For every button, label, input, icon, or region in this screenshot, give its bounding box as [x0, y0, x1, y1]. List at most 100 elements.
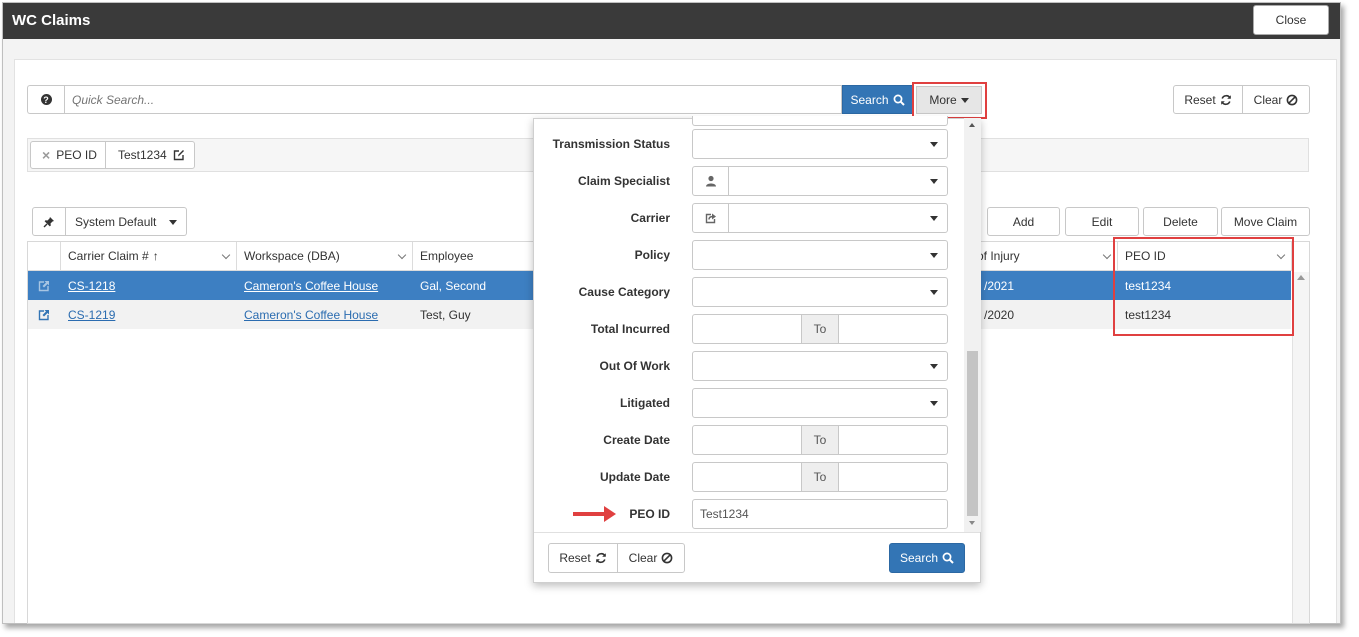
update-date-label: Update Date: [599, 470, 670, 484]
create-date-range[interactable]: To: [692, 425, 948, 455]
column-header-carrier-claim-label: Carrier Claim #: [68, 249, 149, 263]
filter-chip-label: PEO ID: [56, 148, 97, 162]
out-of-work-select[interactable]: [692, 351, 948, 381]
partial-filter-field[interactable]: [692, 116, 948, 126]
share-icon: [693, 204, 729, 232]
search-help-button[interactable]: ?: [27, 85, 64, 114]
transmission-status-select[interactable]: [692, 129, 948, 159]
claim-number-cell[interactable]: CS-1219: [61, 300, 237, 329]
chevron-down-icon: [397, 250, 407, 260]
dropdown-scroll-thumb[interactable]: [967, 351, 978, 516]
update-date-range[interactable]: To: [692, 462, 948, 492]
peo-id-filter-value: Test1234: [700, 507, 749, 521]
delete-button[interactable]: Delete: [1143, 207, 1218, 236]
range-to-label: To: [801, 463, 839, 491]
dropdown-search-label: Search: [899, 551, 939, 565]
refresh-icon: [1220, 94, 1232, 106]
view-select[interactable]: System Default: [66, 207, 187, 236]
filter-chip-remove[interactable]: × PEO ID: [30, 141, 106, 169]
pin-view-button[interactable]: [32, 207, 66, 236]
external-link-icon: [38, 280, 50, 292]
caret-down-icon: [930, 142, 938, 147]
question-icon: ?: [40, 94, 52, 105]
grid-header-icon-col: [28, 242, 61, 271]
quick-search-input[interactable]: [64, 85, 842, 114]
ban-icon: [1286, 94, 1298, 106]
dropdown-search-button[interactable]: Search: [889, 543, 965, 573]
clear-button[interactable]: Clear: [1242, 85, 1310, 114]
column-header-carrier-claim[interactable]: Carrier Claim # ↑: [61, 242, 237, 271]
peo-id-filter-input[interactable]: Test1234: [692, 499, 948, 529]
scroll-down-icon[interactable]: [969, 521, 975, 525]
filter-chip-value-text: Test1234: [118, 148, 167, 162]
move-claim-button[interactable]: Move Claim: [1221, 207, 1310, 236]
edit-icon: [173, 149, 185, 161]
open-claim-cell[interactable]: [28, 271, 61, 300]
litigated-select[interactable]: [692, 388, 948, 418]
chevron-down-icon: [221, 250, 231, 260]
annotation-arrow-head: [604, 506, 616, 522]
user-icon: [693, 167, 729, 195]
workspace-link[interactable]: Cameron's Coffee House: [244, 279, 378, 293]
caret-down-icon: [930, 364, 938, 369]
date-of-injury-cell: /2021: [984, 278, 1015, 293]
reset-button[interactable]: Reset: [1173, 85, 1243, 114]
claim-number-link[interactable]: CS-1218: [68, 279, 115, 293]
claim-number-link[interactable]: CS-1219: [68, 308, 115, 322]
employee-cell: Test, Guy: [420, 307, 471, 322]
chevron-down-icon: [1102, 250, 1112, 260]
reset-label: Reset: [1184, 92, 1216, 107]
edit-button[interactable]: Edit: [1065, 207, 1139, 236]
range-to-label: To: [801, 315, 839, 343]
date-of-injury-cell: /2020: [984, 307, 1015, 322]
scroll-up-icon[interactable]: [1297, 275, 1305, 280]
claim-number-cell[interactable]: CS-1218: [61, 271, 237, 300]
dropdown-reset-label: Reset: [559, 551, 591, 565]
caret-down-icon: [930, 290, 938, 295]
transmission-status-label: Transmission Status: [552, 137, 670, 151]
view-select-value: System Default: [75, 214, 157, 229]
out-of-work-label: Out Of Work: [599, 359, 670, 373]
open-claim-cell[interactable]: [28, 300, 61, 329]
clear-label: Clear: [1253, 92, 1283, 107]
caret-down-icon: [930, 253, 938, 258]
create-date-label: Create Date: [603, 433, 670, 447]
workspace-cell[interactable]: Cameron's Coffee House: [237, 300, 413, 329]
claim-specialist-select[interactable]: [692, 166, 948, 196]
filter-chip-value[interactable]: Test1234: [105, 141, 195, 169]
search-button-label: Search: [850, 92, 889, 107]
dropdown-clear-button[interactable]: Clear: [617, 543, 685, 573]
policy-select[interactable]: [692, 240, 948, 270]
sort-ascending-icon: ↑: [152, 249, 159, 263]
search-icon: [893, 94, 905, 106]
workspace-cell[interactable]: Cameron's Coffee House: [237, 271, 413, 300]
ban-icon: [661, 552, 673, 564]
cause-category-label: Cause Category: [578, 285, 670, 299]
grid-scrollbar[interactable]: [1292, 272, 1309, 623]
caret-down-icon: [930, 179, 938, 184]
peo-id-column-highlight: [1113, 237, 1294, 336]
title-bar: WC Claims Close: [3, 3, 1340, 39]
add-button[interactable]: Add: [987, 207, 1060, 236]
search-icon: [942, 552, 954, 564]
more-highlight: [912, 82, 987, 119]
total-incurred-range[interactable]: To: [692, 314, 948, 344]
column-header-workspace[interactable]: Workspace (DBA): [237, 242, 413, 271]
range-to-label: To: [801, 426, 839, 454]
policy-label: Policy: [634, 248, 670, 262]
close-button[interactable]: Close: [1253, 5, 1329, 35]
column-header-employee[interactable]: Employee: [413, 242, 534, 271]
caret-down-icon: [930, 401, 938, 406]
pin-icon: [43, 216, 55, 228]
dropdown-reset-button[interactable]: Reset: [548, 543, 618, 573]
employee-cell: Gal, Second: [420, 278, 487, 293]
carrier-select[interactable]: [692, 203, 948, 233]
scroll-up-icon[interactable]: [969, 123, 975, 127]
search-button[interactable]: Search: [842, 85, 913, 114]
carrier-label: Carrier: [630, 211, 670, 225]
dropdown-clear-label: Clear: [628, 551, 658, 565]
cause-category-select[interactable]: [692, 277, 948, 307]
column-header-date-of-injury-label: of Injury: [977, 249, 1020, 263]
workspace-link[interactable]: Cameron's Coffee House: [244, 308, 378, 322]
remove-x-icon: ×: [42, 147, 51, 163]
